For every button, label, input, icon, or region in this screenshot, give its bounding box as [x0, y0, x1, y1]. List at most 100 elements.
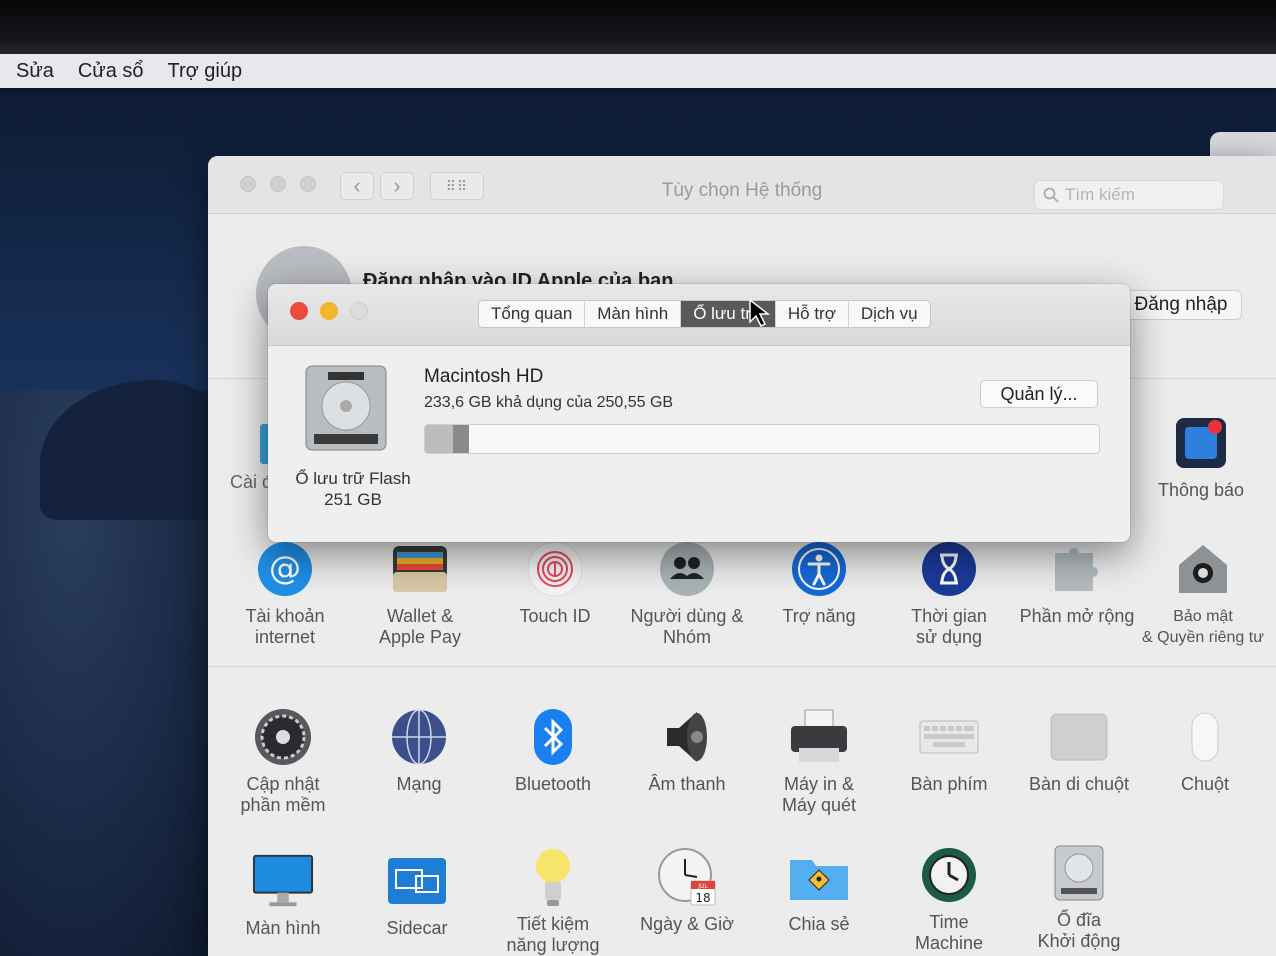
- bluetooth-icon: [522, 706, 584, 768]
- tab-service[interactable]: Dịch vụ: [849, 301, 930, 327]
- pref-label: Bảo mật & Quyền riêng tư: [1142, 608, 1264, 646]
- wallet-icon: [389, 538, 451, 600]
- lightbulb-icon: [522, 846, 584, 908]
- pref-label: Time Machine: [914, 912, 984, 953]
- storage-segment-other: [453, 425, 469, 453]
- pref-keyboard[interactable]: Bàn phím: [874, 706, 1024, 795]
- at-icon: @: [254, 538, 316, 600]
- pref-internet-accounts[interactable]: @ Tài khoản internet: [210, 538, 360, 648]
- pref-touch-id[interactable]: Touch ID: [480, 538, 630, 627]
- printer-icon: [788, 706, 850, 768]
- search-field[interactable]: Tìm kiếm: [1034, 180, 1224, 210]
- disk-caption: Ổ lưu trữ Flash 251 GB: [278, 468, 428, 510]
- tab-support[interactable]: Hỗ trợ: [776, 301, 849, 327]
- time-machine-icon: [918, 844, 980, 906]
- tab-overview[interactable]: Tổng quan: [479, 301, 586, 327]
- pref-sharing[interactable]: Chia sẻ: [744, 846, 894, 935]
- pref-notifications[interactable]: Thông báo: [1126, 412, 1276, 501]
- search-placeholder: Tìm kiếm: [1065, 185, 1135, 204]
- users-icon: [656, 538, 718, 600]
- shared-folder-icon: [788, 846, 850, 908]
- pref-label: Âm thanh: [648, 774, 726, 794]
- pref-label: Chia sẻ: [788, 914, 850, 934]
- mouse-icon: [1174, 706, 1236, 768]
- pref-label: Phần mở rộng: [1019, 606, 1135, 626]
- hard-drive-icon: [302, 364, 390, 452]
- pref-label: Ngày & Giờ: [640, 914, 734, 934]
- pref-label: Sidecar: [386, 918, 448, 938]
- pref-label: Máy in & Máy quét: [781, 774, 857, 815]
- pref-time-machine[interactable]: Time Machine: [874, 844, 1024, 954]
- prefs-titlebar: ‹ › ⠿⠿ Tùy chọn Hệ thống Tìm kiếm: [208, 156, 1276, 214]
- zoom-button[interactable]: [350, 302, 368, 320]
- storage-used-fill: [425, 425, 471, 453]
- pref-mouse[interactable]: Chuột: [1130, 706, 1276, 795]
- pref-security-privacy[interactable]: Bảo mật & Quyền riêng tư: [1128, 538, 1276, 648]
- accessibility-icon: [788, 538, 850, 600]
- keyboard-icon: [918, 706, 980, 768]
- pref-startup-disk[interactable]: Ổ đĩa Khởi động: [1004, 842, 1154, 952]
- menu-bar: Sửa Cửa sổ Trợ giúp: [0, 54, 1276, 88]
- speaker-icon: [656, 706, 718, 768]
- display-icon: [252, 850, 314, 912]
- pref-label: Chuột: [1180, 774, 1230, 794]
- menu-edit[interactable]: Sửa: [16, 60, 54, 83]
- globe-icon: [388, 706, 450, 768]
- pref-label: Tiết kiệm năng lượng: [506, 914, 600, 955]
- disk-capacity: 251 GB: [324, 490, 382, 509]
- hourglass-icon: [918, 538, 980, 600]
- mouse-pointer-icon: [748, 298, 771, 333]
- system-preferences-window: ‹ › ⠿⠿ Tùy chọn Hệ thống Tìm kiếm Đăng n…: [208, 156, 1276, 956]
- pref-label: Màn hình: [245, 918, 321, 938]
- pref-sound[interactable]: Âm thanh: [612, 706, 762, 795]
- storage-usage-bar: [424, 424, 1100, 454]
- pref-label: Cập nhật phần mềm: [240, 774, 326, 815]
- manage-button[interactable]: Quản lý...: [980, 380, 1098, 408]
- pref-energy-saver[interactable]: Tiết kiệm năng lượng: [478, 846, 628, 956]
- menu-help[interactable]: Trợ giúp: [168, 60, 243, 83]
- pref-label: Thời gian sử dụng: [911, 606, 987, 647]
- house-lock-icon: [1172, 538, 1234, 600]
- calendar-month: JUL: [697, 883, 708, 890]
- pref-date-time[interactable]: JUL 18 Ngày & Giờ: [612, 846, 762, 935]
- svg-text:@: @: [269, 549, 301, 587]
- pref-label: Ổ đĩa Khởi động: [1037, 910, 1121, 951]
- about-tab-bar: Tổng quan Màn hình Ổ lưu tr Hỗ trợ Dịch …: [478, 300, 931, 328]
- minimize-button[interactable]: [320, 302, 338, 320]
- trackpad-icon: [1048, 706, 1110, 768]
- tab-displays[interactable]: Màn hình: [585, 301, 682, 327]
- pref-label: Mạng: [396, 774, 442, 794]
- pref-bluetooth[interactable]: Bluetooth: [478, 706, 628, 795]
- pref-label: Thông báo: [1157, 480, 1245, 500]
- about-this-mac-dialog: Tổng quan Màn hình Ổ lưu tr Hỗ trợ Dịch …: [268, 284, 1130, 542]
- pref-software-update[interactable]: Cập nhật phần mềm: [208, 706, 358, 816]
- search-icon: [1043, 187, 1059, 203]
- pref-network[interactable]: Mạng: [344, 706, 494, 795]
- calendar-day: 18: [695, 891, 710, 905]
- pref-label: Bàn phím: [910, 774, 988, 794]
- pref-label: Bàn di chuột: [1028, 774, 1130, 794]
- pref-label: Tài khoản internet: [245, 606, 325, 647]
- disk-name: Macintosh HD: [424, 366, 544, 387]
- pref-printers-scanners[interactable]: Máy in & Máy quét: [744, 706, 894, 816]
- fingerprint-icon: [524, 538, 586, 600]
- disk-type: Ổ lưu trữ Flash: [295, 469, 411, 488]
- pref-label: Wallet & Apple Pay: [378, 606, 462, 647]
- pref-users-groups[interactable]: Người dùng & Nhóm: [612, 538, 762, 648]
- row-divider: [208, 666, 1276, 667]
- disk-available: 233,6 GB khả dụng của 250,55 GB: [424, 394, 674, 411]
- sign-in-button[interactable]: Đăng nhập: [1120, 290, 1242, 320]
- pref-displays[interactable]: Màn hình: [208, 850, 358, 939]
- menu-window[interactable]: Cửa sổ: [78, 60, 144, 83]
- sidecar-icon: [386, 850, 448, 912]
- partial-pref-label: Cài đ: [230, 472, 273, 492]
- pref-accessibility[interactable]: Trợ năng: [744, 538, 894, 627]
- notifications-icon: [1170, 412, 1232, 474]
- pref-wallet-apple-pay[interactable]: Wallet & Apple Pay: [345, 538, 495, 648]
- startup-disk-icon: [1048, 842, 1110, 904]
- storage-segment-system: [425, 425, 453, 453]
- close-button[interactable]: [290, 302, 308, 320]
- pref-sidecar[interactable]: Sidecar: [342, 850, 492, 939]
- about-titlebar: Tổng quan Màn hình Ổ lưu tr Hỗ trợ Dịch …: [268, 284, 1130, 346]
- gear-icon: [252, 706, 314, 768]
